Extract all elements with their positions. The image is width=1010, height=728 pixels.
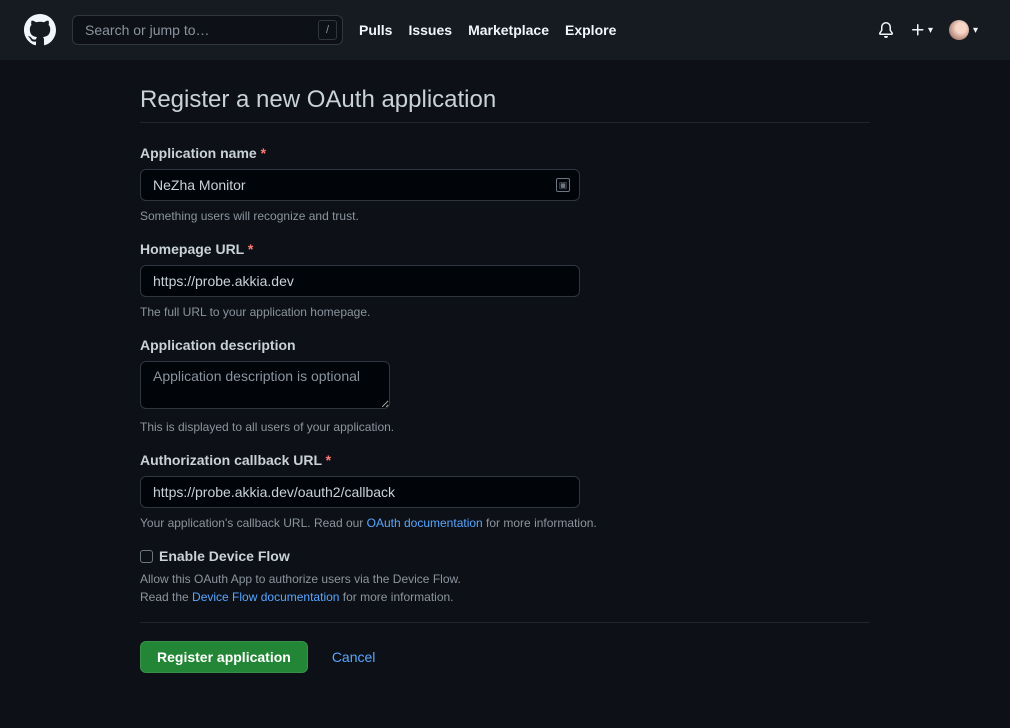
- register-application-button[interactable]: Register application: [140, 641, 308, 673]
- nav-marketplace[interactable]: Marketplace: [468, 22, 549, 38]
- description-hint: This is displayed to all users of your a…: [140, 420, 870, 434]
- create-new-button[interactable]: ▾: [910, 22, 933, 38]
- oauth-docs-link[interactable]: OAuth documentation: [367, 516, 483, 530]
- header-right: ▾ ▾: [878, 20, 978, 40]
- device-flow-hint-2: Read the Device Flow documentation for m…: [140, 590, 870, 604]
- homepage-label: Homepage URL *: [140, 241, 870, 257]
- homepage-input[interactable]: [140, 265, 580, 297]
- content-area: Register a new OAuth application Applica…: [0, 60, 1010, 728]
- nav-issues[interactable]: Issues: [408, 22, 452, 38]
- callback-input[interactable]: [140, 476, 580, 508]
- app-name-label: Application name *: [140, 145, 870, 161]
- required-marker: *: [326, 452, 331, 468]
- field-description: Application description This is displaye…: [140, 337, 870, 434]
- chevron-down-icon: ▾: [973, 25, 978, 36]
- notifications-button[interactable]: [878, 22, 894, 38]
- avatar: [949, 20, 969, 40]
- github-logo[interactable]: [24, 14, 56, 46]
- nav-explore[interactable]: Explore: [565, 22, 616, 38]
- description-label: Application description: [140, 337, 870, 353]
- device-flow-hint-1: Allow this OAuth App to authorize users …: [140, 572, 870, 586]
- cancel-button[interactable]: Cancel: [332, 649, 376, 665]
- bell-icon: [878, 22, 894, 38]
- github-logo-icon: [24, 14, 56, 46]
- nav-pulls[interactable]: Pulls: [359, 22, 392, 38]
- search-box: /: [72, 15, 343, 45]
- callback-label: Authorization callback URL *: [140, 452, 870, 468]
- field-app-name: Application name * ▣ Something users wil…: [140, 145, 870, 223]
- slash-icon: /: [318, 20, 337, 40]
- divider: [140, 622, 870, 623]
- plus-icon: [910, 22, 926, 38]
- app-name-hint: Something users will recognize and trust…: [140, 209, 870, 223]
- form-container: Register a new OAuth application Applica…: [140, 86, 870, 673]
- required-marker: *: [261, 145, 266, 161]
- page-title: Register a new OAuth application: [140, 86, 870, 123]
- field-device-flow: Enable Device Flow Allow this OAuth App …: [140, 548, 870, 604]
- primary-nav: Pulls Issues Marketplace Explore: [359, 22, 616, 38]
- global-header: / Pulls Issues Marketplace Explore ▾ ▾: [0, 0, 1010, 60]
- field-callback-url: Authorization callback URL * Your applic…: [140, 452, 870, 530]
- app-name-input[interactable]: [140, 169, 580, 201]
- device-flow-checkbox[interactable]: [140, 550, 153, 563]
- form-actions: Register application Cancel: [140, 641, 870, 673]
- device-flow-docs-link[interactable]: Device Flow documentation: [192, 590, 339, 604]
- homepage-hint: The full URL to your application homepag…: [140, 305, 870, 319]
- chevron-down-icon: ▾: [928, 25, 933, 36]
- search-input[interactable]: [72, 15, 343, 45]
- user-menu[interactable]: ▾: [949, 20, 978, 40]
- device-flow-label: Enable Device Flow: [159, 548, 290, 564]
- field-homepage-url: Homepage URL * The full URL to your appl…: [140, 241, 870, 319]
- autofill-icon: ▣: [556, 178, 570, 192]
- callback-hint: Your application's callback URL. Read ou…: [140, 516, 870, 530]
- description-input[interactable]: [140, 361, 390, 409]
- required-marker: *: [248, 241, 253, 257]
